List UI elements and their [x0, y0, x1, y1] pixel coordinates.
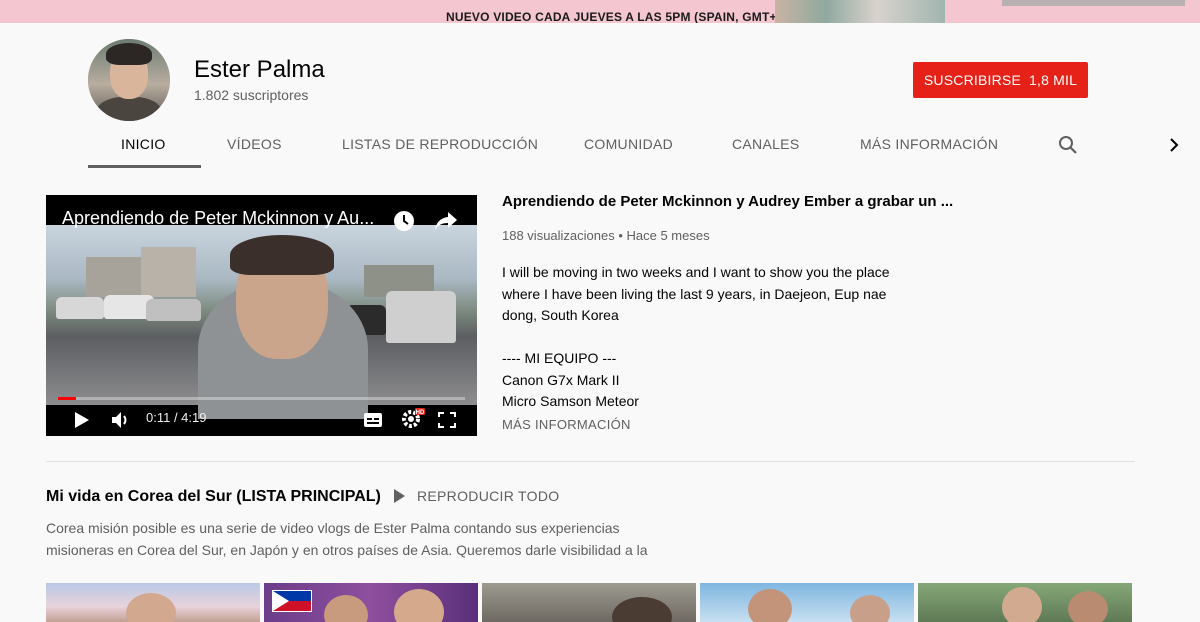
channel-header: Ester Palma 1.802 suscriptores SUSCRIBIR… — [0, 23, 1200, 170]
tab-community[interactable]: COMUNIDAD — [584, 136, 673, 152]
play-icon[interactable] — [74, 411, 90, 429]
section-divider — [46, 461, 1135, 462]
channel-name: Ester Palma — [194, 56, 325, 83]
active-tab-indicator — [88, 165, 201, 168]
channel-banner: NUEVO VIDEO CADA JUEVES A LAS 5PM (SPAIN… — [0, 0, 1200, 23]
fullscreen-icon[interactable] — [438, 412, 456, 428]
description-line: Canon G7x Mark II — [502, 371, 620, 388]
philippines-flag-icon — [272, 590, 312, 612]
video-person — [198, 235, 368, 419]
play-all-label: REPRODUCIR TODO — [417, 488, 560, 504]
watch-later-icon[interactable] — [393, 210, 415, 232]
featured-video-title[interactable]: Aprendiendo de Peter Mckinnon y Audrey E… — [502, 193, 953, 210]
banner-text: NUEVO VIDEO CADA JUEVES A LAS 5PM (SPAIN… — [446, 10, 788, 23]
chevron-right-icon[interactable] — [1166, 136, 1182, 154]
playlist-video-thumbnail[interactable] — [46, 583, 260, 622]
description-line: dong, South Korea — [502, 307, 619, 323]
description-line: ---- MI EQUIPO --- — [502, 350, 617, 366]
volume-icon[interactable] — [111, 411, 131, 429]
video-frame — [46, 225, 477, 419]
play-all-icon — [394, 489, 405, 503]
player-controls: 0:11 / 4:19 HD — [46, 402, 477, 436]
search-icon[interactable] — [1058, 135, 1078, 155]
tab-playlists[interactable]: LISTAS DE REPRODUCCIÓN — [342, 136, 538, 152]
playlist-description: Corea misión posible es una serie de vid… — [46, 517, 666, 561]
tab-channels[interactable]: CANALES — [732, 136, 799, 152]
video-time: 0:11 / 4:19 — [146, 410, 207, 425]
description-line — [502, 327, 912, 349]
featured-video-meta: 188 visualizaciones • Hace 5 meses — [502, 228, 710, 243]
subscribe-count: 1,8 MIL — [1029, 72, 1078, 88]
playlist-video-thumbnail[interactable] — [700, 583, 914, 622]
video-player[interactable]: Aprendiendo de Peter Mckinnon y Au... 0:… — [46, 195, 477, 436]
subscribe-button[interactable]: SUSCRIBIRSE 1,8 MIL — [913, 62, 1088, 98]
playlist-title[interactable]: Mi vida en Corea del Sur (LISTA PRINCIPA… — [46, 488, 381, 506]
playlist-description-line: Corea misión posible es una serie de vid… — [46, 520, 620, 536]
description-line: Micro Samson Meteor — [502, 393, 639, 409]
svg-text:HD: HD — [416, 410, 425, 416]
tab-videos[interactable]: VÍDEOS — [227, 136, 282, 152]
subscribe-label: SUSCRIBIRSE — [923, 72, 1022, 88]
featured-video-description: I will be moving in two weeks and I want… — [502, 262, 912, 413]
playlist-description-line: misioneras en Corea del Sur, en Japón y … — [46, 542, 648, 558]
more-info-link[interactable]: MÁS INFORMACIÓN — [502, 417, 631, 432]
subscriber-count: 1.802 suscriptores — [194, 87, 309, 103]
tab-about[interactable]: MÁS INFORMACIÓN — [860, 136, 998, 152]
share-icon[interactable] — [434, 211, 458, 231]
playlist-video-thumbnail[interactable] — [482, 583, 696, 622]
channel-avatar[interactable] — [88, 39, 170, 121]
settings-icon[interactable]: HD — [401, 407, 425, 429]
banner-photo — [775, 0, 945, 23]
playlist-video-thumbnail[interactable] — [918, 583, 1132, 622]
progress-bar[interactable] — [58, 397, 465, 400]
play-all-button[interactable]: REPRODUCIR TODO — [394, 488, 559, 504]
tab-inicio[interactable]: INICIO — [121, 136, 166, 152]
description-line: I will be moving in two weeks and I want… — [502, 264, 890, 280]
banner-box — [1002, 0, 1185, 6]
playlist-video-thumbnail[interactable] — [264, 583, 478, 622]
progress-played — [58, 397, 76, 400]
captions-icon[interactable] — [363, 412, 383, 428]
description-line: where I have been living the last 9 year… — [502, 285, 887, 302]
player-title[interactable]: Aprendiendo de Peter Mckinnon y Au... — [62, 208, 378, 229]
